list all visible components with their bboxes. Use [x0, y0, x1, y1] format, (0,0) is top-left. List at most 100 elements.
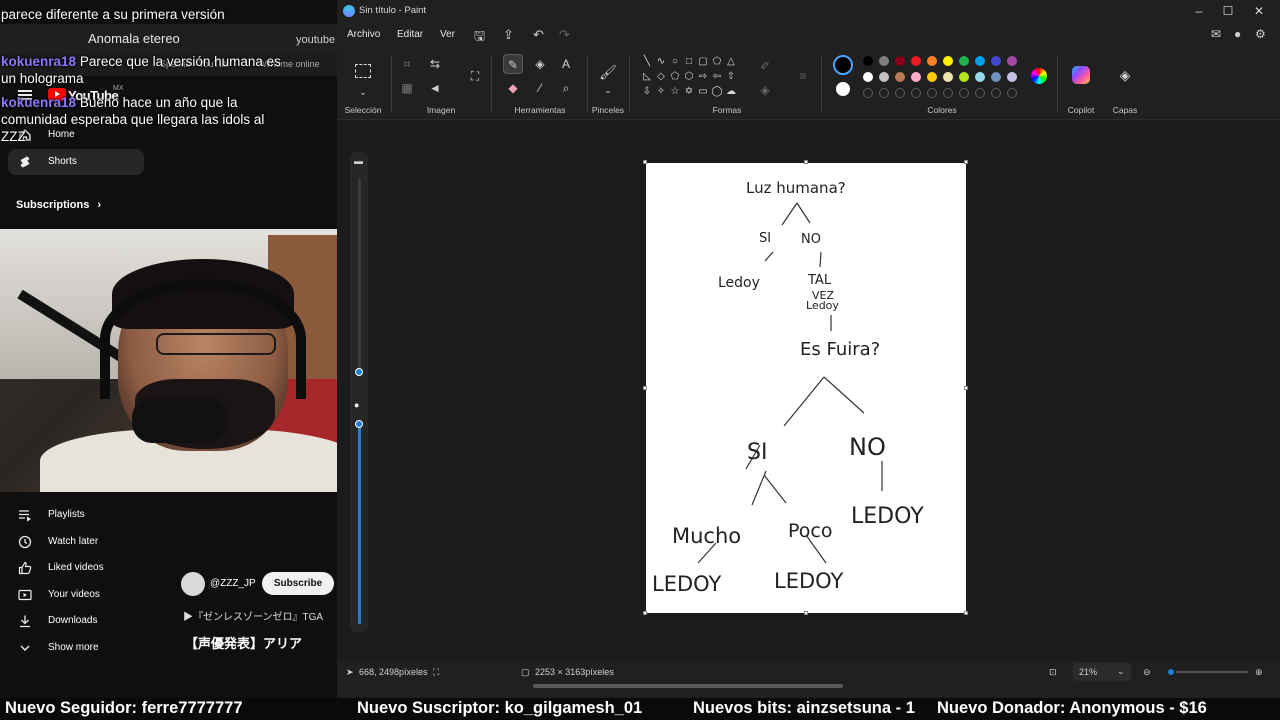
- avatar[interactable]: [181, 572, 205, 596]
- star5-shape-icon[interactable]: ☆: [669, 86, 681, 98]
- nav-item-playlists[interactable]: Playlists: [8, 502, 144, 528]
- title-bar[interactable]: Sin título - Paint – ☐ ✕: [337, 0, 1280, 22]
- hexagon-shape-icon[interactable]: ⬡: [683, 71, 695, 83]
- menu-ver[interactable]: Ver: [440, 29, 455, 40]
- arrow-left-shape-icon[interactable]: ⇦: [711, 71, 723, 83]
- feedback-icon[interactable]: ✉: [1211, 27, 1221, 41]
- nav-item-shorts[interactable]: Shorts: [8, 149, 144, 175]
- subscribe-button[interactable]: Subscribe: [262, 572, 334, 595]
- resize-icon[interactable]: ⇆: [425, 54, 445, 74]
- zoom-out-icon[interactable]: ⊖: [1143, 667, 1151, 678]
- zoom-dropdown[interactable]: 21% ⌄: [1073, 663, 1131, 681]
- magnifier-icon[interactable]: ⌕: [556, 78, 576, 98]
- line-size-icon[interactable]: ≡: [793, 66, 813, 86]
- color-swatch[interactable]: [863, 56, 873, 66]
- horizontal-scrollbar[interactable]: [533, 684, 843, 688]
- secondary-color[interactable]: [836, 82, 850, 96]
- custom-color-slot[interactable]: [863, 88, 873, 98]
- subscriptions-heading[interactable]: Subscriptions ›: [16, 199, 101, 211]
- cloud-shape-icon[interactable]: ☁: [725, 86, 737, 98]
- nav-item-downloads[interactable]: Downloads: [8, 608, 144, 634]
- color-swatch[interactable]: [911, 56, 921, 66]
- custom-color-slot[interactable]: [879, 88, 889, 98]
- undo-icon[interactable]: ↶: [533, 27, 544, 43]
- custom-color-slot[interactable]: [911, 88, 921, 98]
- resize-handle[interactable]: [964, 611, 968, 615]
- resize-handle[interactable]: [964, 386, 968, 390]
- zoom-slider[interactable]: [1170, 671, 1248, 673]
- fit-to-window-icon[interactable]: ⊡: [1049, 667, 1057, 678]
- chevron-down-icon[interactable]: ⌄: [353, 82, 373, 102]
- video-title[interactable]: 【声優発表】アリア: [185, 633, 302, 652]
- arrow-down-shape-icon[interactable]: ⇩: [641, 86, 653, 98]
- color-swatch[interactable]: [895, 56, 905, 66]
- resize-handle[interactable]: [964, 160, 968, 164]
- line-shape-icon[interactable]: ╲: [641, 56, 653, 68]
- color-swatch[interactable]: [975, 72, 985, 82]
- color-swatch[interactable]: [1007, 72, 1017, 82]
- oval-shape-icon[interactable]: ○: [669, 56, 681, 68]
- redo-icon[interactable]: ↷: [559, 27, 570, 43]
- channel-name[interactable]: @ZZZ_JP: [210, 578, 256, 589]
- gear-icon[interactable]: ⚙: [1255, 27, 1266, 41]
- fill-bucket-icon[interactable]: ◈: [530, 54, 550, 74]
- chevron-down-icon[interactable]: ⌄: [598, 80, 618, 100]
- resize-handle[interactable]: [643, 386, 647, 390]
- pentagon-shape-icon[interactable]: ⬠: [669, 71, 681, 83]
- outline-icon[interactable]: ✐: [755, 56, 775, 76]
- zoom-in-icon[interactable]: ⊕: [1255, 667, 1263, 678]
- color-picker-icon[interactable]: ⁄: [530, 78, 550, 98]
- rounded-rect-shape-icon[interactable]: ▢: [697, 56, 709, 68]
- playlist-title[interactable]: ▶『ゼンレスゾーンゼロ』TGA: [183, 608, 338, 623]
- browser-tab-title[interactable]: Anomala etereo: [88, 31, 180, 46]
- color-swatch[interactable]: [863, 72, 873, 82]
- nav-item-watch-later[interactable]: Watch later: [8, 529, 144, 555]
- drawing-canvas[interactable]: Luz humana? SI NO Ledoy TAL VEZ Ledoy Es…: [646, 163, 966, 613]
- custom-color-slot[interactable]: [991, 88, 1001, 98]
- menu-archivo[interactable]: Archivo: [347, 29, 380, 40]
- callout-oval-shape-icon[interactable]: ◯: [711, 86, 723, 98]
- star4-shape-icon[interactable]: ✧: [655, 86, 667, 98]
- rotate-icon[interactable]: ◄: [425, 78, 445, 98]
- share-icon[interactable]: ⇪: [503, 27, 514, 43]
- layers-icon[interactable]: ◈: [1116, 66, 1134, 84]
- nav-item-show-more[interactable]: Show more: [8, 635, 144, 661]
- select-all-icon[interactable]: ▦: [397, 78, 417, 98]
- maximize-icon[interactable]: ☐: [1213, 2, 1243, 20]
- fill-icon[interactable]: ◈: [755, 80, 775, 100]
- curve-shape-icon[interactable]: ∿: [655, 56, 667, 68]
- color-swatch[interactable]: [911, 72, 921, 82]
- color-swatch[interactable]: [927, 72, 937, 82]
- color-swatch[interactable]: [959, 72, 969, 82]
- image-select-icon[interactable]: ⛶: [465, 66, 485, 86]
- custom-color-slot[interactable]: [943, 88, 953, 98]
- custom-color-slot[interactable]: [895, 88, 905, 98]
- brush-icon[interactable]: 🖌: [598, 62, 618, 82]
- minimize-icon[interactable]: –: [1184, 2, 1214, 20]
- primary-color[interactable]: [833, 55, 853, 75]
- account-icon[interactable]: ●: [1234, 27, 1241, 41]
- zoom-slider-knob[interactable]: [1166, 667, 1176, 677]
- resize-handle[interactable]: [643, 611, 647, 615]
- custom-color-slot[interactable]: [975, 88, 985, 98]
- text-tool-icon[interactable]: A: [556, 54, 576, 74]
- custom-color-slot[interactable]: [1007, 88, 1017, 98]
- pencil-icon[interactable]: ✎: [503, 54, 523, 74]
- color-swatch[interactable]: [959, 56, 969, 66]
- color-swatch[interactable]: [975, 56, 985, 66]
- right-triangle-shape-icon[interactable]: ◺: [641, 71, 653, 83]
- polygon-shape-icon[interactable]: ⬠: [711, 56, 723, 68]
- nav-item-your-videos[interactable]: Your videos: [8, 582, 144, 608]
- crop-icon[interactable]: ⌗: [397, 54, 417, 74]
- color-swatch[interactable]: [927, 56, 937, 66]
- color-swatch[interactable]: [943, 72, 953, 82]
- color-swatch[interactable]: [879, 56, 889, 66]
- opacity-knob[interactable]: [355, 420, 363, 428]
- copilot-icon[interactable]: [1072, 66, 1090, 84]
- custom-color-slot[interactable]: [959, 88, 969, 98]
- color-swatch[interactable]: [879, 72, 889, 82]
- eraser-icon[interactable]: ◆: [503, 78, 523, 98]
- nav-item-liked-videos[interactable]: Liked videos: [8, 555, 144, 581]
- address-bar[interactable]: youtube: [296, 34, 335, 46]
- close-icon[interactable]: ✕: [1244, 2, 1274, 20]
